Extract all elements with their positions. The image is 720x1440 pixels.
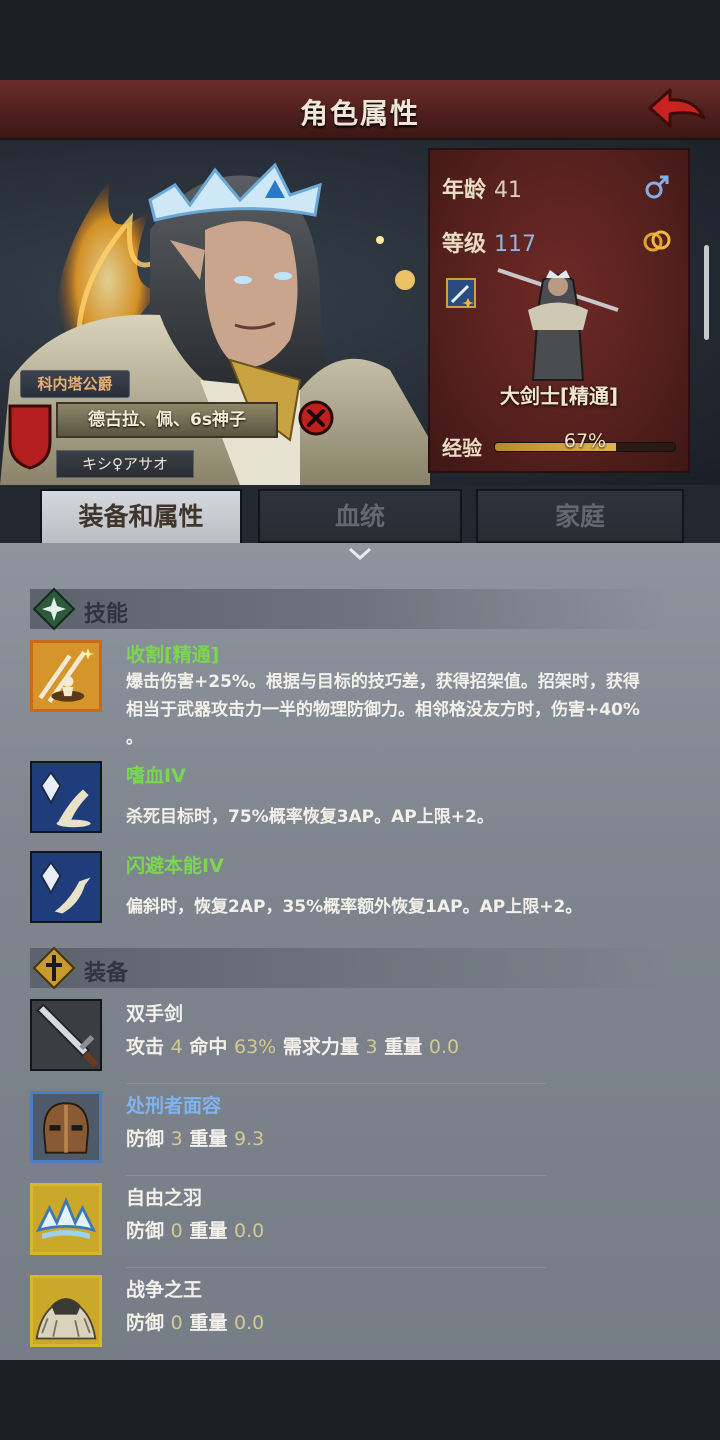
level-label: 等级	[442, 232, 487, 257]
skill-bloodthirst[interactable]: 嗜血IV 杀死目标时，75%概率恢复3AP。AP上限+2。	[30, 761, 670, 841]
skill-name: 收割[精通]	[126, 644, 220, 666]
stats-panel: 年龄 41 等级 117 大剑士[精通] 经验 67%	[428, 148, 690, 473]
dodge-instinct-skill-icon	[30, 851, 102, 923]
skill-desc-line: 杀死目标时，75%概率恢复3AP。AP上限+2。	[126, 807, 494, 827]
stat-label: 重量	[189, 1220, 228, 1242]
equipment-stats: 攻击 4 命中 63% 需求力量 3 重量 0.0	[126, 1033, 671, 1061]
skill-desc-line: 。	[126, 728, 143, 748]
page-title: 角色属性	[299, 97, 420, 130]
class-badge-icon[interactable]	[446, 278, 476, 308]
skill-name: 嗜血IV	[126, 765, 186, 787]
stat-label: 需求力量	[282, 1036, 359, 1058]
wedding-ring-icon[interactable]	[642, 228, 672, 254]
stat-label: 重量	[384, 1036, 423, 1058]
skill-description: 杀死目标时，75%概率恢复3AP。AP上限+2。	[126, 803, 671, 831]
harvest-skill-icon	[30, 640, 102, 712]
dismiss-icon[interactable]	[298, 400, 334, 436]
stat-value: 0	[170, 1220, 183, 1242]
stat-value: 3	[365, 1036, 378, 1058]
stat-label: 命中	[189, 1036, 228, 1058]
stat-label: 攻击	[126, 1036, 165, 1058]
stat-value: 63%	[234, 1036, 277, 1058]
equipment-greatsword[interactable]: 双手剑 攻击 4 命中 63% 需求力量 3 重量 0.0	[30, 999, 670, 1079]
equipment-section-header: 装备	[30, 946, 670, 990]
equipment-section-icon	[32, 946, 76, 990]
skills-section-icon	[32, 587, 76, 631]
navigation-area	[0, 1360, 720, 1440]
crest-shield-icon	[8, 404, 52, 470]
content-panel: 技能 收割[精通] 爆击伤害+25%。根据与目标的技巧差，获得招架值。招架时，获…	[0, 543, 720, 1360]
skill-desc-line: 偏斜时，恢复2AP，35%概率额外恢复1AP。AP上限+2。	[126, 897, 583, 917]
back-arrow-icon[interactable]	[642, 84, 712, 136]
stat-value: 9.3	[234, 1128, 265, 1150]
skill-name: 闪避本能IV	[126, 855, 224, 877]
equipment-stats: 防御 3 重量 9.3	[126, 1125, 671, 1153]
greatsword-icon	[30, 999, 102, 1071]
class-name: 大剑士[精通]	[499, 384, 619, 408]
equipment-name: 战争之王	[126, 1279, 203, 1301]
equipment-stats: 防御 0 重量 0.0	[126, 1309, 671, 1337]
exp-label: 经验	[442, 436, 482, 460]
character-name[interactable]: 德古拉、佩、6s神子	[56, 402, 278, 438]
crown-icon	[30, 1183, 102, 1255]
equipment-executioner-face[interactable]: 处刑者面容 防御 3 重量 9.3	[30, 1091, 670, 1171]
stat-value: 0	[170, 1312, 183, 1334]
status-area	[0, 0, 720, 80]
equipment-stats: 防御 0 重量 0.0	[126, 1217, 671, 1245]
skill-description: 偏斜时，恢复2AP，35%概率额外恢复1AP。AP上限+2。	[126, 893, 671, 921]
equipment-king-of-war[interactable]: 战争之王 防御 0 重量 0.0	[30, 1275, 670, 1355]
age-value: 41	[494, 178, 523, 203]
title-bar: 角色属性	[0, 80, 720, 140]
equipment-name: 双手剑	[126, 1003, 184, 1025]
skill-desc-line: 相当于武器攻击力一半的物理防御力。相邻格没友方时，伤害+40%	[126, 700, 640, 720]
exp-percent: 67%	[563, 430, 607, 452]
stat-label: 防御	[126, 1220, 165, 1242]
stat-label: 防御	[126, 1128, 165, 1150]
equipment-feather-of-freedom[interactable]: 自由之羽 防御 0 重量 0.0	[30, 1183, 670, 1263]
helmet-icon	[30, 1091, 102, 1163]
scrollbar[interactable]	[704, 245, 709, 340]
equipment-name: 处刑者面容	[126, 1095, 222, 1117]
bloodthirst-skill-icon	[30, 761, 102, 833]
stat-value: 3	[170, 1128, 183, 1150]
skill-harvest[interactable]: 收割[精通] 爆击伤害+25%。根据与目标的技巧差，获得招架值。招架时，获得 相…	[30, 640, 670, 750]
house-tag: 科内塔公爵	[20, 370, 130, 398]
tab-bloodline[interactable]: 血统	[258, 489, 462, 543]
skills-section-header: 技能	[30, 587, 670, 631]
character-hero: 科内塔公爵 德古拉、佩、6s神子 キシ♀アサオ 年龄 41 等级 117 大剑士…	[0, 140, 720, 485]
age-label: 年龄	[442, 178, 487, 203]
stat-value: 0.0	[234, 1312, 265, 1334]
tab-equipment-attributes[interactable]: 装备和属性	[40, 489, 242, 543]
stat-value: 4	[170, 1036, 183, 1058]
skill-desc-line: 爆击伤害+25%。根据与目标的技巧差，获得招架值。招架时，获得	[126, 672, 640, 692]
stat-value: 0.0	[234, 1220, 265, 1242]
tab-family[interactable]: 家庭	[476, 489, 684, 543]
stat-label: 重量	[189, 1312, 228, 1334]
tab-bar: 装备和属性 血统 家庭	[0, 485, 720, 543]
skill-dodge-instinct[interactable]: 闪避本能IV 偏斜时，恢复2AP，35%概率额外恢复1AP。AP上限+2。	[30, 851, 670, 931]
chevron-down-icon[interactable]	[347, 545, 373, 563]
stat-value: 0.0	[428, 1036, 460, 1058]
skills-title: 技能	[84, 602, 129, 627]
stat-label: 防御	[126, 1312, 165, 1334]
male-gender-icon	[645, 175, 669, 199]
skill-description: 爆击伤害+25%。根据与目标的技巧差，获得招架值。招架时，获得 相当于武器攻击力…	[126, 668, 671, 752]
stat-label: 重量	[189, 1128, 228, 1150]
fur-mantle-icon	[30, 1275, 102, 1347]
class-figure-illustration	[497, 268, 619, 381]
divider	[126, 1083, 546, 1084]
character-subtitle: キシ♀アサオ	[56, 450, 194, 478]
age-row: 年龄 41	[442, 172, 522, 204]
divider	[126, 1267, 546, 1268]
divider	[126, 1175, 546, 1176]
equipment-title: 装备	[84, 961, 129, 986]
equipment-name: 自由之羽	[126, 1187, 203, 1209]
